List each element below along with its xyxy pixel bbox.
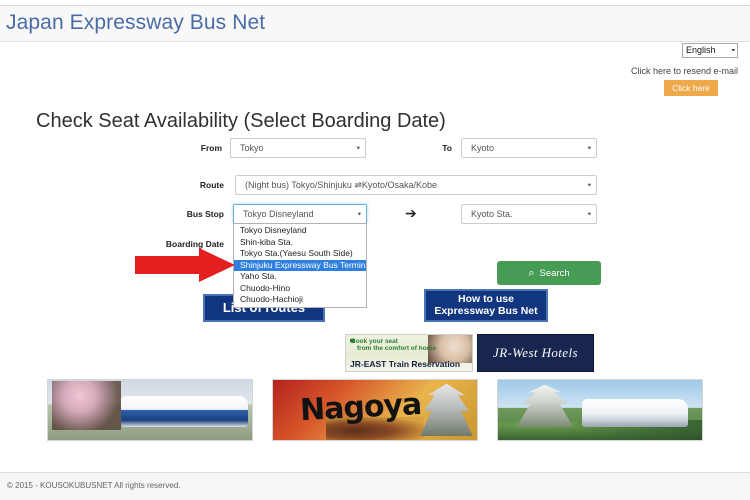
bus-graphic [121,395,248,427]
route-select-value: (Night bus) Tokyo/Shinjuku ⇌Kyoto/Osaka/… [245,179,437,190]
bus-stop-label: Bus Stop [186,209,224,219]
bus-stop-option[interactable]: Shinjuku Expressway Bus Terminal [234,259,366,271]
arrival-stop-select[interactable]: Kyoto Sta. ▾ [461,204,597,224]
to-label: To [442,143,452,153]
chevron-down-icon: ▾ [587,182,591,188]
direction-arrow-icon: ➔ [405,205,417,221]
chevron-down-icon: ▾ [731,48,735,53]
chevron-down-icon: ▾ [356,145,360,151]
ad-jr-east-line2: from the comfort of home [357,345,437,352]
search-button-label: Search [539,267,570,279]
banner-nagoya[interactable]: Nagoya [272,379,478,441]
castle-graphic [516,384,574,427]
language-selector-wrap: English ▾ [682,43,738,58]
language-select[interactable]: English ▾ [682,43,738,58]
search-button[interactable]: ⌕ Search [497,261,601,285]
bus-stop-option[interactable]: Chuodo-Hachioji [234,294,366,306]
chevron-down-icon: ▾ [357,211,361,217]
how-to-use-button[interactable]: How to use Expressway Bus Net [424,289,548,322]
banner-bus-sakura[interactable] [47,379,253,441]
ad-jr-west-hotels[interactable]: JR-West Hotels [477,334,594,372]
bus-graphic [581,399,688,427]
copyright-text: © 2015 - KOUSOKUBUSNET All rights reserv… [7,481,181,490]
route-select[interactable]: (Night bus) Tokyo/Shinjuku ⇌Kyoto/Osaka/… [235,175,597,195]
page-root: Japan Expressway Bus Net English ▾ Click… [0,0,750,500]
bus-stop-option[interactable]: Tokyo Disneyland [234,225,366,237]
bus-stop-select[interactable]: Tokyo Disneyland ▾ [233,204,367,224]
castle-graphic [419,383,473,437]
search-icon: ⌕ [528,266,535,279]
banner-nagoya-label: Nagoya [298,386,422,428]
bus-stop-option[interactable]: Yaho Sta. [234,271,366,283]
from-label: From [200,143,222,153]
ad-jr-east-train-reservation[interactable]: Book your seat from the comfort of home … [345,334,473,372]
route-label: Route [199,180,224,190]
chevron-down-icon: ▾ [587,211,591,217]
bus-stop-option[interactable]: Chuodo-Hino [234,283,366,295]
bus-stop-option-list[interactable]: Tokyo Disneyland Shin-kiba Sta. Tokyo Sta.… [233,223,367,308]
site-header: Japan Expressway Bus Net [0,6,750,42]
how-to-use-line2: Expressway Bus Net [434,304,538,317]
ad-jr-west-label: JR-West Hotels [493,345,578,360]
red-pointer-arrow-icon [135,248,235,282]
how-to-use-line1: How to use [457,292,514,305]
bus-stop-select-value: Tokyo Disneyland [243,209,314,219]
from-select[interactable]: Tokyo ▾ [230,138,366,158]
from-select-value: Tokyo [240,143,264,153]
to-select-value: Kyoto [471,143,495,153]
resend-email-text: Click here to resend e-mail [630,66,738,76]
page-title: Check Seat Availability (Select Boarding… [36,110,446,132]
bus-stop-option[interactable]: Tokyo Sta.(Yaesu South Side) [234,248,366,260]
arrival-stop-select-value: Kyoto Sta. [471,209,513,219]
site-brand-title[interactable]: Japan Expressway Bus Net [6,11,265,35]
chevron-down-icon: ▾ [587,145,591,151]
sakura-tree-graphic [52,381,122,431]
ad-jr-east-line1: Book your seat [351,338,398,345]
bus-stop-option[interactable]: Shin-kiba Sta. [234,237,366,249]
click-here-button[interactable]: Click here [664,80,718,96]
language-select-value: English [686,45,716,55]
site-footer: © 2015 - KOUSOKUBUSNET All rights reserv… [0,472,750,500]
ad-jr-east-line3: JR-EAST Train Reservation [350,359,461,369]
banner-castle-bus[interactable] [497,379,703,441]
to-select[interactable]: Kyoto ▾ [461,138,597,158]
